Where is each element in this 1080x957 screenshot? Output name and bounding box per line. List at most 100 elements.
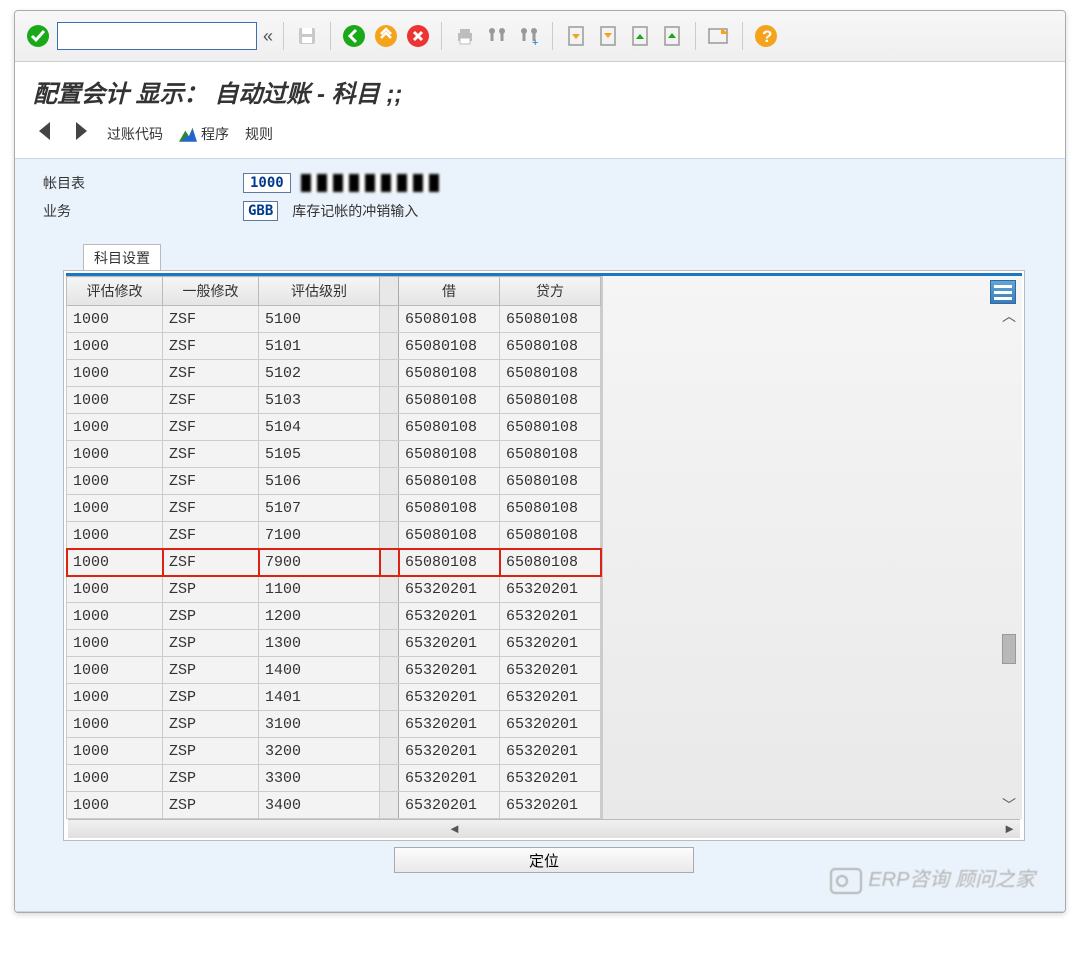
cell[interactable]: 65080108 [500,333,601,360]
print-icon[interactable] [452,23,478,49]
table-row[interactable]: 1000ZSP33006532020165320201 [67,765,601,792]
cell[interactable]: 3300 [259,765,380,792]
cell[interactable]: 65080108 [399,360,500,387]
cell[interactable]: 65080108 [500,360,601,387]
table-row[interactable]: 1000ZSF51056508010865080108 [67,441,601,468]
cell[interactable]: 65320201 [399,630,500,657]
cell[interactable]: ZSP [163,630,259,657]
ok-icon[interactable] [25,23,51,49]
cell[interactable]: 65080108 [399,387,500,414]
cell[interactable]: 3200 [259,738,380,765]
cell[interactable]: 65080108 [500,468,601,495]
rules-button[interactable]: 规则 [245,124,273,144]
cell[interactable]: 65080108 [500,549,601,576]
back-icon[interactable] [341,23,367,49]
cancel-icon[interactable] [405,23,431,49]
cell[interactable]: 1000 [67,360,163,387]
scroll-up-icon[interactable]: ︿ [1002,306,1016,326]
cell[interactable]: 65320201 [399,603,500,630]
cell[interactable]: 1000 [67,495,163,522]
cell[interactable]: ZSF [163,441,259,468]
new-session-icon[interactable] [706,23,732,49]
cell[interactable]: 65320201 [500,738,601,765]
table-row[interactable]: 1000ZSP12006532020165320201 [67,603,601,630]
cell[interactable]: ZSF [163,360,259,387]
cell[interactable]: ZSP [163,657,259,684]
cell[interactable]: 1000 [67,576,163,603]
column-header[interactable]: 一般修改 [163,277,259,306]
cell[interactable]: 3100 [259,711,380,738]
cell[interactable]: 1000 [67,630,163,657]
accounts-table[interactable]: 评估修改一般修改评估级别借贷方 1000ZSF51006508010865080… [66,276,601,819]
cell[interactable]: 1000 [67,468,163,495]
cell[interactable]: 1000 [67,333,163,360]
table-row[interactable]: 1000ZSP11006532020165320201 [67,576,601,603]
find-icon[interactable] [484,23,510,49]
table-row[interactable]: 1000ZSF5102 6508010865080108 [67,360,601,387]
cell[interactable]: 1000 [67,657,163,684]
cell[interactable]: 5104 [259,414,380,441]
cell[interactable]: ZSF [163,387,259,414]
cell[interactable]: 5101 [259,333,380,360]
cell[interactable]: 5103 [259,387,380,414]
cell[interactable]: 1000 [67,738,163,765]
cell[interactable]: 65320201 [500,765,601,792]
cell[interactable]: 65320201 [399,684,500,711]
table-row[interactable]: 1000ZSP32006532020165320201 [67,738,601,765]
next-page-icon[interactable] [627,23,653,49]
help-icon[interactable]: ? [753,23,779,49]
table-row[interactable]: 1000ZSF51036508010865080108 [67,387,601,414]
table-row[interactable]: 1000ZSF51006508010865080108 [67,306,601,333]
cell[interactable]: 65320201 [399,711,500,738]
last-page-icon[interactable] [659,23,685,49]
posting-code-button[interactable]: 过账代码 [107,124,163,144]
cell[interactable]: 65320201 [500,603,601,630]
cell[interactable]: ZSF [163,549,259,576]
find-next-icon[interactable]: + [516,23,542,49]
cell[interactable]: 65320201 [399,792,500,819]
cell[interactable]: 65080108 [399,441,500,468]
column-header[interactable]: 评估修改 [67,277,163,306]
cell[interactable]: 1000 [67,306,163,333]
cell[interactable]: 65080108 [399,549,500,576]
cell[interactable]: 65320201 [500,684,601,711]
cell[interactable]: ZSP [163,765,259,792]
cell[interactable]: 7900 [259,549,380,576]
cell[interactable]: ZSF [163,414,259,441]
cell[interactable]: 65320201 [399,576,500,603]
cell[interactable]: 1000 [67,549,163,576]
cell[interactable]: 65080108 [399,414,500,441]
table-row[interactable]: 1000ZSF5101 6508010865080108 [67,333,601,360]
table-row[interactable]: 1000ZSF51076508010865080108 [67,495,601,522]
cell[interactable]: 1000 [67,414,163,441]
table-row[interactable]: 1000ZSP14016532020165320201 [67,684,601,711]
table-row[interactable]: 1000ZSP13006532020165320201 [67,630,601,657]
hscroll-left-icon[interactable]: ◄ [448,821,461,836]
cell[interactable]: ZSP [163,603,259,630]
cell[interactable]: ZSF [163,333,259,360]
cell[interactable]: 5105 [259,441,380,468]
cell[interactable]: 5102 [259,360,380,387]
cell[interactable]: ZSF [163,306,259,333]
cell[interactable]: ZSF [163,495,259,522]
cell[interactable]: ZSP [163,792,259,819]
table-row[interactable]: 1000ZSP34006532020165320201 [67,792,601,819]
cell[interactable]: 65080108 [500,495,601,522]
cell[interactable]: ZSF [163,522,259,549]
cell[interactable]: 1000 [67,711,163,738]
cell[interactable]: 65320201 [399,765,500,792]
cell[interactable]: 65320201 [500,711,601,738]
cell[interactable]: 1401 [259,684,380,711]
cell[interactable]: 5107 [259,495,380,522]
cell[interactable]: 5100 [259,306,380,333]
scrollbar-thumb[interactable] [1002,634,1016,664]
table-row[interactable]: 1000ZSP14006532020165320201 [67,657,601,684]
table-row[interactable]: 1000ZSP31006532020165320201 [67,711,601,738]
horizontal-scrollbar[interactable]: ◄ ► [68,819,1020,838]
cell[interactable]: 65080108 [500,387,601,414]
cell[interactable]: 1000 [67,441,163,468]
save-icon[interactable] [294,23,320,49]
cell[interactable]: 65080108 [399,522,500,549]
cell[interactable]: 65080108 [500,306,601,333]
cell[interactable]: 65080108 [399,333,500,360]
